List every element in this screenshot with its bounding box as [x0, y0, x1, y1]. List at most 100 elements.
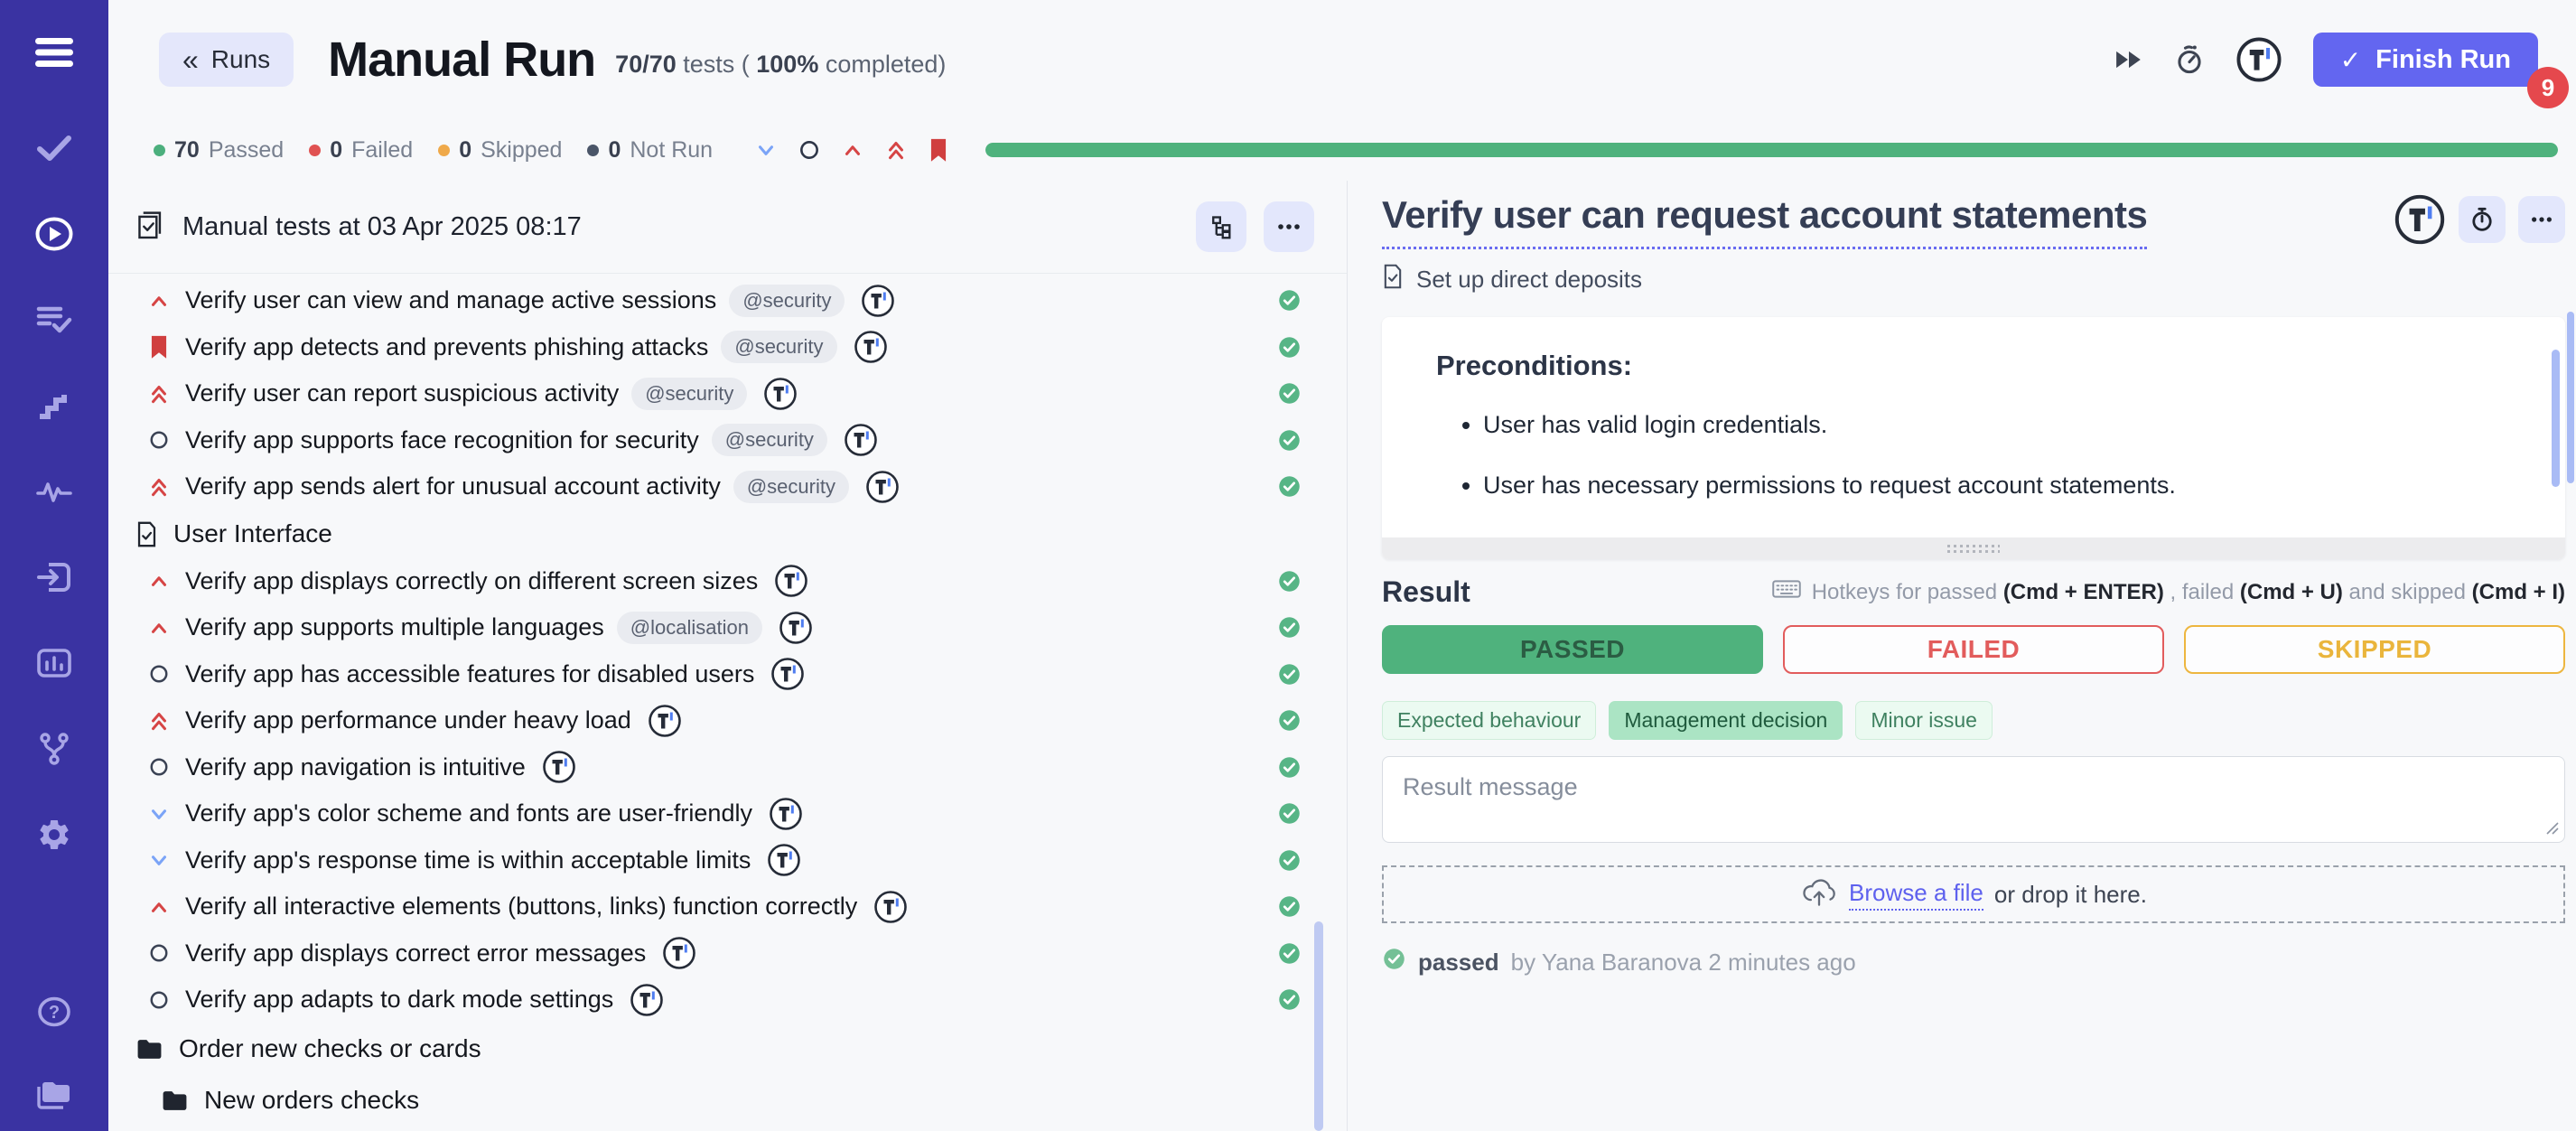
failed-button[interactable]: FAILED — [1783, 625, 2164, 674]
ai-logo-icon[interactable] — [2394, 193, 2446, 246]
stopwatch-button[interactable] — [2459, 196, 2506, 243]
test-review-list-icon[interactable] — [33, 300, 76, 340]
test-row[interactable]: Verify app's response time is within acc… — [108, 837, 1347, 884]
test-row[interactable]: Verify app supports face recognition for… — [108, 417, 1347, 464]
svg-text:?: ? — [49, 1003, 60, 1023]
test-title: Verify app detects and prevents phishing… — [185, 333, 708, 361]
test-row[interactable]: Verify app supports multiple languages@l… — [108, 604, 1347, 651]
scrollbar-thumb[interactable] — [1314, 921, 1323, 1131]
test-title: Verify app performance under heavy load — [185, 706, 631, 734]
ai-icon[interactable] — [662, 936, 696, 970]
test-row[interactable]: Verify app navigation is intuitive — [108, 744, 1347, 791]
ai-icon[interactable] — [861, 284, 895, 318]
test-row[interactable]: Verify app adapts to dark mode settings — [108, 977, 1347, 1024]
folder-row[interactable] — [108, 1126, 1347, 1131]
ai-icon[interactable] — [769, 797, 803, 831]
ai-icon[interactable] — [542, 750, 576, 784]
priority-low-icon — [146, 802, 172, 826]
test-title: Verify app has accessible features for d… — [185, 660, 754, 688]
cloud-upload-icon — [1800, 876, 1838, 913]
skipped-button[interactable]: SKIPPED — [2184, 625, 2565, 674]
folder-row[interactable]: Order new checks or cards — [108, 1024, 1347, 1075]
file-drop-area[interactable]: Browse a file or drop it here. — [1382, 865, 2565, 923]
result-tag[interactable]: Expected behaviour — [1382, 701, 1596, 740]
integrations-branch-icon[interactable] — [33, 729, 76, 769]
back-to-runs-label: Runs — [211, 45, 270, 74]
resize-handle[interactable] — [1382, 537, 2565, 559]
ai-icon[interactable] — [873, 890, 908, 924]
double-chevron-left-icon: « — [182, 45, 199, 74]
status-buttons: PASSED FAILED SKIPPED — [1382, 625, 2565, 674]
test-row[interactable]: Verify all interactive elements (buttons… — [108, 883, 1347, 930]
ai-icon[interactable] — [767, 843, 801, 877]
ai-icon[interactable] — [779, 611, 813, 645]
parent-suite[interactable]: Set up direct deposits — [1382, 264, 2565, 295]
test-row[interactable]: Verify app displays correct error messag… — [108, 930, 1347, 977]
test-row[interactable]: Verify app performance under heavy load — [108, 697, 1347, 744]
last-result-meta: by Yana Baranova 2 minutes ago — [1511, 949, 1856, 977]
ai-icon[interactable] — [763, 377, 798, 411]
ai-icon[interactable] — [774, 564, 808, 598]
scrollbar-thumb[interactable] — [2552, 350, 2560, 487]
chevron-down-icon[interactable] — [754, 138, 778, 162]
ai-icon[interactable] — [770, 657, 805, 691]
app: ? « Runs Manual Run 70/70 tests ( 100% c… — [0, 0, 2576, 1131]
suite-title: User Interface — [173, 519, 332, 548]
status-passed-icon — [1277, 848, 1302, 873]
ai-icon[interactable] — [854, 330, 888, 364]
finish-run-button[interactable]: ✓ Finish Run 9 — [2313, 33, 2538, 87]
more-dots-button[interactable] — [1264, 201, 1314, 252]
result-tag[interactable]: Minor issue — [1855, 701, 1993, 740]
browse-file-link[interactable]: Browse a file — [1849, 879, 1983, 911]
ai-icon[interactable] — [844, 423, 878, 457]
test-row[interactable]: Verify user can view and manage active s… — [108, 277, 1347, 324]
double-chevron-up-icon[interactable] — [884, 137, 908, 163]
status-passed-icon — [1277, 894, 1302, 919]
chevron-up-icon[interactable] — [841, 138, 864, 162]
activity-pulse-icon[interactable] — [33, 472, 76, 511]
tests-check-icon[interactable] — [33, 128, 76, 168]
ai-icon[interactable] — [630, 983, 664, 1017]
result-tag[interactable]: Management decision — [1609, 701, 1843, 740]
tag-badge: @security — [729, 285, 845, 317]
progress-fill — [985, 143, 2558, 157]
hotkey-segment: , failed — [2164, 580, 2240, 604]
circle-icon[interactable] — [798, 138, 821, 162]
ai-icon[interactable] — [648, 704, 682, 738]
grip-dots-icon — [1947, 545, 2000, 553]
milestones-steps-icon[interactable] — [33, 386, 76, 425]
page-title: Manual Run — [328, 32, 595, 88]
gear-icon[interactable] — [33, 815, 76, 855]
test-title: Verify user can view and manage active s… — [185, 286, 716, 314]
test-row[interactable]: Verify app displays correctly on differe… — [108, 558, 1347, 605]
bookmark-icon[interactable] — [928, 136, 949, 164]
hamburger-menu-icon[interactable] — [33, 33, 76, 72]
tree-view-button[interactable] — [1196, 201, 1246, 252]
scrollbar-thumb[interactable] — [2567, 312, 2574, 483]
folder-row[interactable]: New orders checks — [108, 1075, 1347, 1126]
test-row[interactable]: Verify app detects and prevents phishing… — [108, 324, 1347, 371]
test-row[interactable]: Verify app sends alert for unusual accou… — [108, 463, 1347, 510]
test-row[interactable]: Verify user can report suspicious activi… — [108, 370, 1347, 417]
import-icon[interactable] — [33, 557, 76, 597]
test-row[interactable]: Verify app has accessible features for d… — [108, 651, 1347, 698]
help-icon[interactable]: ? — [33, 992, 76, 1032]
fast-forward-icon[interactable] — [2114, 49, 2143, 70]
passed-button[interactable]: PASSED — [1382, 625, 1763, 674]
suite-row[interactable]: User Interface — [108, 510, 1347, 558]
projects-folders-icon[interactable] — [33, 1075, 76, 1115]
stopwatch-icon[interactable] — [2174, 43, 2205, 76]
test-row[interactable]: Verify app's color scheme and fonts are … — [108, 790, 1347, 837]
reports-bar-chart-icon[interactable] — [33, 643, 76, 683]
ai-icon[interactable] — [865, 470, 900, 504]
folder-title: New orders checks — [204, 1086, 419, 1115]
result-message-input[interactable] — [1382, 756, 2565, 843]
precondition-item: User has necessary permissions to reques… — [1483, 472, 2511, 500]
priority-filters — [754, 136, 949, 164]
more-dots-button[interactable] — [2518, 196, 2565, 243]
runs-play-circle-icon[interactable] — [33, 214, 76, 254]
ai-logo-icon[interactable] — [2235, 36, 2282, 83]
back-to-runs-button[interactable]: « Runs — [159, 33, 294, 87]
status-passed-icon — [1277, 381, 1302, 406]
resize-grip-icon[interactable] — [2546, 822, 2559, 839]
